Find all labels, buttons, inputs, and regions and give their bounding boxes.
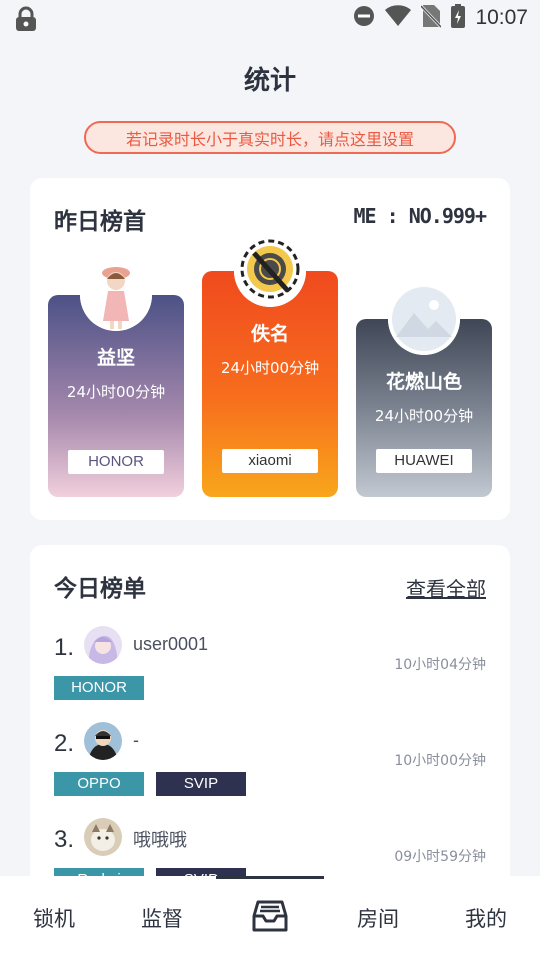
- status-bar: 10:07: [0, 0, 540, 38]
- yesterday-top-card: 昨日榜首 ME : NO.999+ 益坚 24小时00分钟 HONOR 佚名 2…: [30, 178, 510, 520]
- list-item[interactable]: 2. - OPPO SVIP 10小时00分钟: [54, 722, 486, 818]
- user-name: -: [133, 730, 139, 750]
- podium-name: 佚名: [250, 323, 289, 345]
- active-tab-indicator: [216, 876, 324, 879]
- status-time: 10:07: [475, 6, 528, 29]
- brand-tag: HUAWEI: [376, 449, 472, 473]
- avatar: [388, 283, 460, 355]
- list-item[interactable]: 1. user0001 HONOR 10小时04分钟: [54, 626, 486, 722]
- podium-duration: 24小时00分钟: [220, 359, 320, 377]
- duration-label: 10小时00分钟: [394, 753, 486, 769]
- my-rank-label: ME : NO.999+: [353, 204, 487, 228]
- avatar: [80, 259, 152, 331]
- rank-number: 1.: [54, 634, 75, 661]
- nav-item-stats[interactable]: [216, 876, 324, 960]
- brand-tag: xiaomi: [222, 449, 318, 473]
- tag-group: HONOR: [54, 676, 144, 700]
- vip-badge: SVIP: [156, 772, 246, 796]
- nav-item-lock[interactable]: 锁机: [0, 876, 108, 960]
- page-title: 统计: [243, 66, 296, 96]
- user-name: user0001: [133, 634, 209, 654]
- podium-name: 花燃山色: [385, 371, 462, 393]
- duration-label: 09小时59分钟: [394, 849, 486, 865]
- user-name: 哦哦哦: [133, 830, 187, 850]
- rank-number: 2.: [54, 730, 75, 757]
- podium-duration: 24小时00分钟: [66, 383, 166, 401]
- lock-icon: [14, 6, 38, 36]
- avatar: [234, 235, 306, 307]
- avatar: [84, 818, 122, 856]
- bottom-nav: 锁机 监督 房间 我的: [0, 876, 540, 960]
- brand-tag: HONOR: [54, 676, 144, 700]
- record-settings-hint-button[interactable]: 若记录时长小于真实时长，请点这里设置: [84, 121, 456, 154]
- brand-tag: HONOR: [68, 450, 164, 474]
- view-all-link[interactable]: 查看全部: [406, 573, 486, 602]
- wifi-icon: [385, 5, 412, 31]
- brand-tag: OPPO: [54, 772, 144, 796]
- avatar: [84, 626, 122, 664]
- avatar: [84, 722, 122, 760]
- nav-item-room[interactable]: 房间: [324, 876, 432, 960]
- tag-group: OPPO SVIP: [54, 772, 246, 796]
- nav-item-me[interactable]: 我的: [432, 876, 540, 960]
- no-sim-icon: [420, 4, 443, 32]
- podium-name: 益坚: [96, 347, 135, 369]
- podium-first-place[interactable]: 佚名 24小时00分钟 xiaomi: [202, 235, 338, 497]
- yesterday-top-title: 昨日榜首: [54, 209, 146, 235]
- podium-duration: 24小时00分钟: [374, 407, 474, 425]
- battery-icon: [451, 4, 466, 32]
- rank-number: 3.: [54, 826, 75, 853]
- nav-item-supervise[interactable]: 监督: [108, 876, 216, 960]
- podium-third-place[interactable]: 花燃山色 24小时00分钟 HUAWEI: [356, 283, 492, 497]
- duration-label: 10小时04分钟: [394, 657, 486, 673]
- podium-second-place[interactable]: 益坚 24小时00分钟 HONOR: [48, 259, 184, 497]
- do-not-disturb-icon: [353, 5, 375, 31]
- today-ranking-title: 今日榜单: [54, 576, 146, 602]
- inbox-icon: [252, 899, 288, 938]
